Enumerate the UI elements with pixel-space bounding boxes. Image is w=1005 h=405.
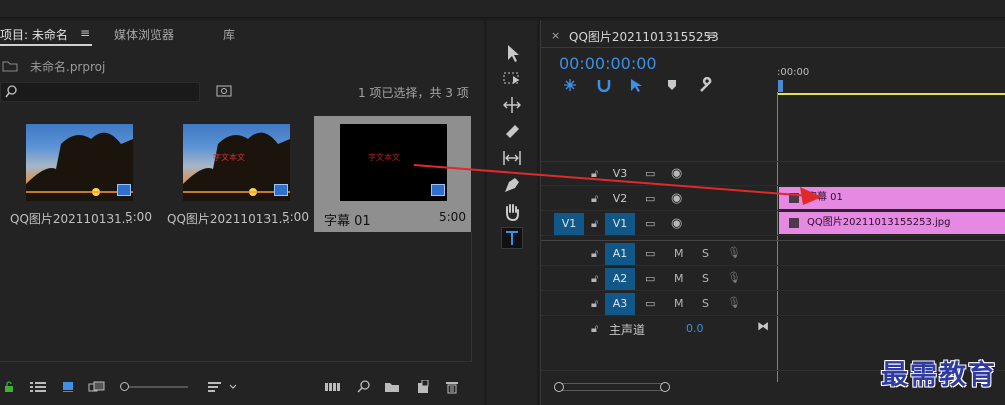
drag-annotation-arrow bbox=[413, 164, 822, 205]
